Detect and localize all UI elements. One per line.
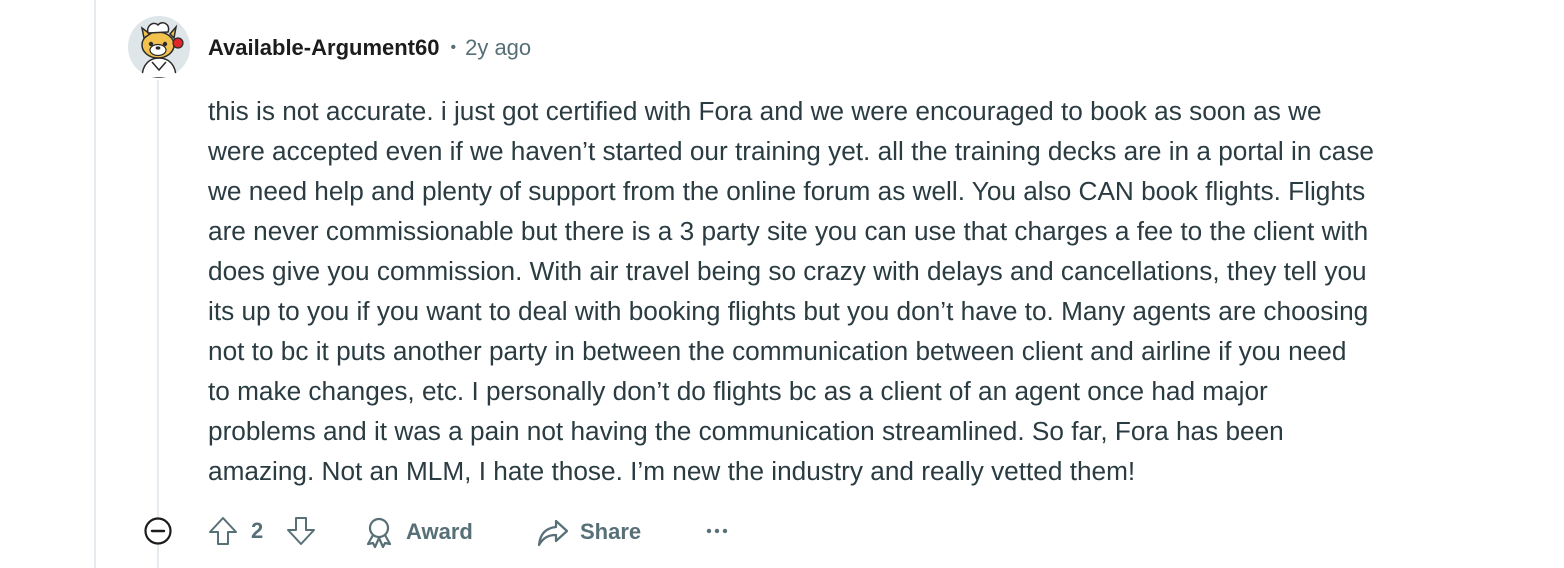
meta-separator: • — [450, 39, 457, 56]
collapse-button[interactable] — [143, 516, 173, 546]
comment-page: Available-Argument60 • 2y ago this is no… — [0, 0, 1564, 568]
share-button[interactable]: Share — [536, 512, 641, 552]
award-icon — [366, 517, 392, 549]
share-label: Share — [580, 519, 642, 544]
upvote-icon — [209, 517, 237, 545]
comment-body-line: were accepted even if we haven’t started… — [208, 136, 1374, 166]
award-button[interactable]: Award — [362, 512, 473, 552]
collapse-icon — [144, 517, 172, 545]
downvote-icon — [287, 517, 315, 545]
share-icon — [537, 519, 569, 547]
comment-body-line: not to bc it puts another party in betwe… — [208, 336, 1347, 366]
comment-action-bar: 2 Award Share — [140, 510, 760, 554]
comment-body-line: this is not accurate. i just got certifi… — [208, 96, 1322, 126]
comment-body-line: are never commissionable but there is a … — [208, 216, 1369, 246]
more-options-button[interactable] — [702, 516, 732, 546]
comment-body-line: amazing. Not an MLM, I hate those. I’m n… — [208, 456, 1136, 486]
author-username[interactable]: Available-Argument60 — [208, 35, 439, 61]
downvote-button[interactable] — [284, 514, 318, 548]
upvote-button[interactable] — [206, 514, 240, 548]
comment-thread-line[interactable] — [157, 80, 159, 568]
comment-body-line: its up to you if you want to deal with b… — [208, 296, 1369, 326]
comment-body-line: does give you commission. With air trave… — [208, 256, 1367, 286]
user-avatar[interactable] — [128, 16, 190, 78]
more-options-icon — [706, 528, 728, 534]
comment-meta: Available-Argument60 • 2y ago — [208, 33, 531, 63]
comment-body-line: we need help and plenty of support from … — [208, 176, 1366, 206]
parent-thread-line[interactable] — [94, 0, 96, 568]
award-label: Award — [406, 519, 473, 544]
comment-body-line: problems and it was a pain not having th… — [208, 416, 1284, 446]
vote-score: 2 — [251, 518, 264, 543]
comment-body-line: to make changes, etc. I personally don’t… — [208, 376, 1268, 406]
comment-timestamp[interactable]: 2y ago — [465, 35, 531, 61]
comment-body: this is not accurate. i just got certifi… — [208, 91, 1518, 491]
snoo-avatar-icon — [128, 16, 190, 78]
